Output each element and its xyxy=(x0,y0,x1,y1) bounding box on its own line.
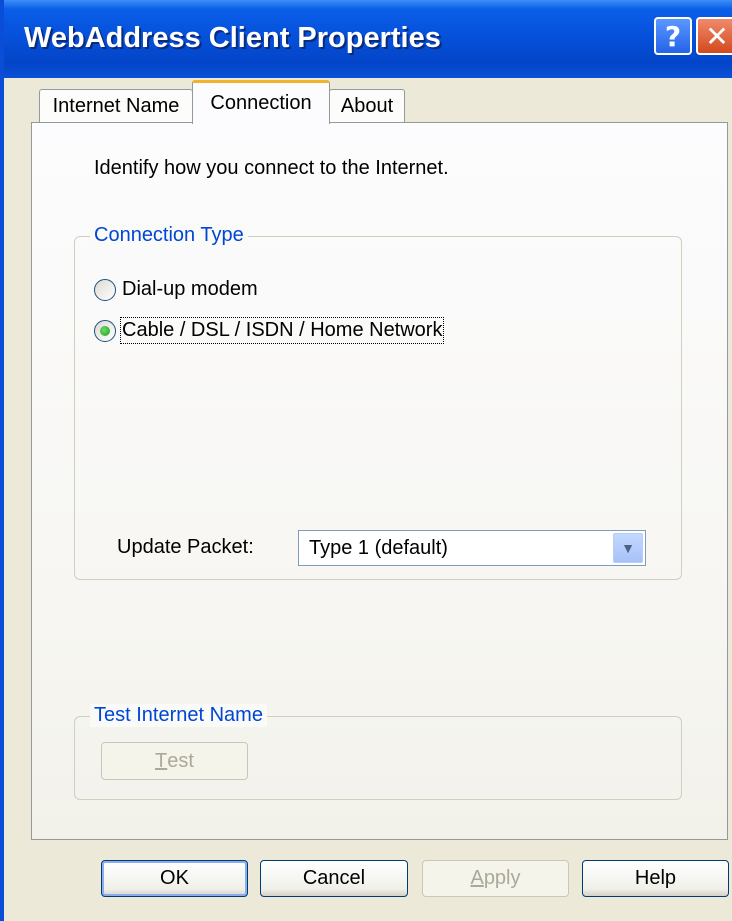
radio-label[interactable]: Cable / DSL / ISDN / Home Network xyxy=(119,317,445,344)
test-button-label: est xyxy=(167,749,194,772)
title-bar[interactable]: WebAddress Client Properties ? ✕ xyxy=(4,0,732,78)
update-packet-select[interactable]: Type 1 (default) ▼ xyxy=(298,530,646,566)
close-icon[interactable]: ✕ xyxy=(696,17,732,55)
radio-checked-icon[interactable] xyxy=(94,319,116,342)
tab-internet-name[interactable]: Internet Name xyxy=(39,89,193,123)
connection-type-label: Connection Type xyxy=(90,224,248,247)
apply-button[interactable]: Apply xyxy=(422,860,569,897)
dialog-window: WebAddress Client Properties ? ✕ Interne… xyxy=(0,0,732,921)
update-packet-value[interactable]: Type 1 (default) xyxy=(309,537,448,560)
ok-button[interactable]: OK xyxy=(101,860,248,897)
tab-connection[interactable]: Connection xyxy=(192,80,330,124)
radio-cable-dsl-isdn[interactable]: Cable / DSL / ISDN / Home Network xyxy=(94,317,445,344)
cancel-button[interactable]: Cancel xyxy=(260,860,408,897)
intro-text: Identify how you connect to the Internet… xyxy=(94,157,449,179)
window-title: WebAddress Client Properties xyxy=(24,22,441,54)
radio-dial-up-modem[interactable]: Dial-up modem xyxy=(94,278,258,301)
test-internet-name-label: Test Internet Name xyxy=(90,704,267,727)
test-button-mnemonic: T xyxy=(155,749,168,772)
apply-button-mnemonic: A xyxy=(470,867,484,889)
test-button[interactable]: Test xyxy=(101,742,248,780)
help-icon[interactable]: ? xyxy=(654,17,692,55)
radio-unchecked-icon[interactable] xyxy=(94,278,116,301)
radio-label[interactable]: Dial-up modem xyxy=(122,278,258,301)
tab-about[interactable]: About xyxy=(329,89,405,123)
chevron-down-icon[interactable]: ▼ xyxy=(613,533,643,563)
apply-button-label: pply xyxy=(483,867,521,889)
update-packet-label: Update Packet: xyxy=(117,536,254,558)
help-button[interactable]: Help xyxy=(582,860,729,897)
